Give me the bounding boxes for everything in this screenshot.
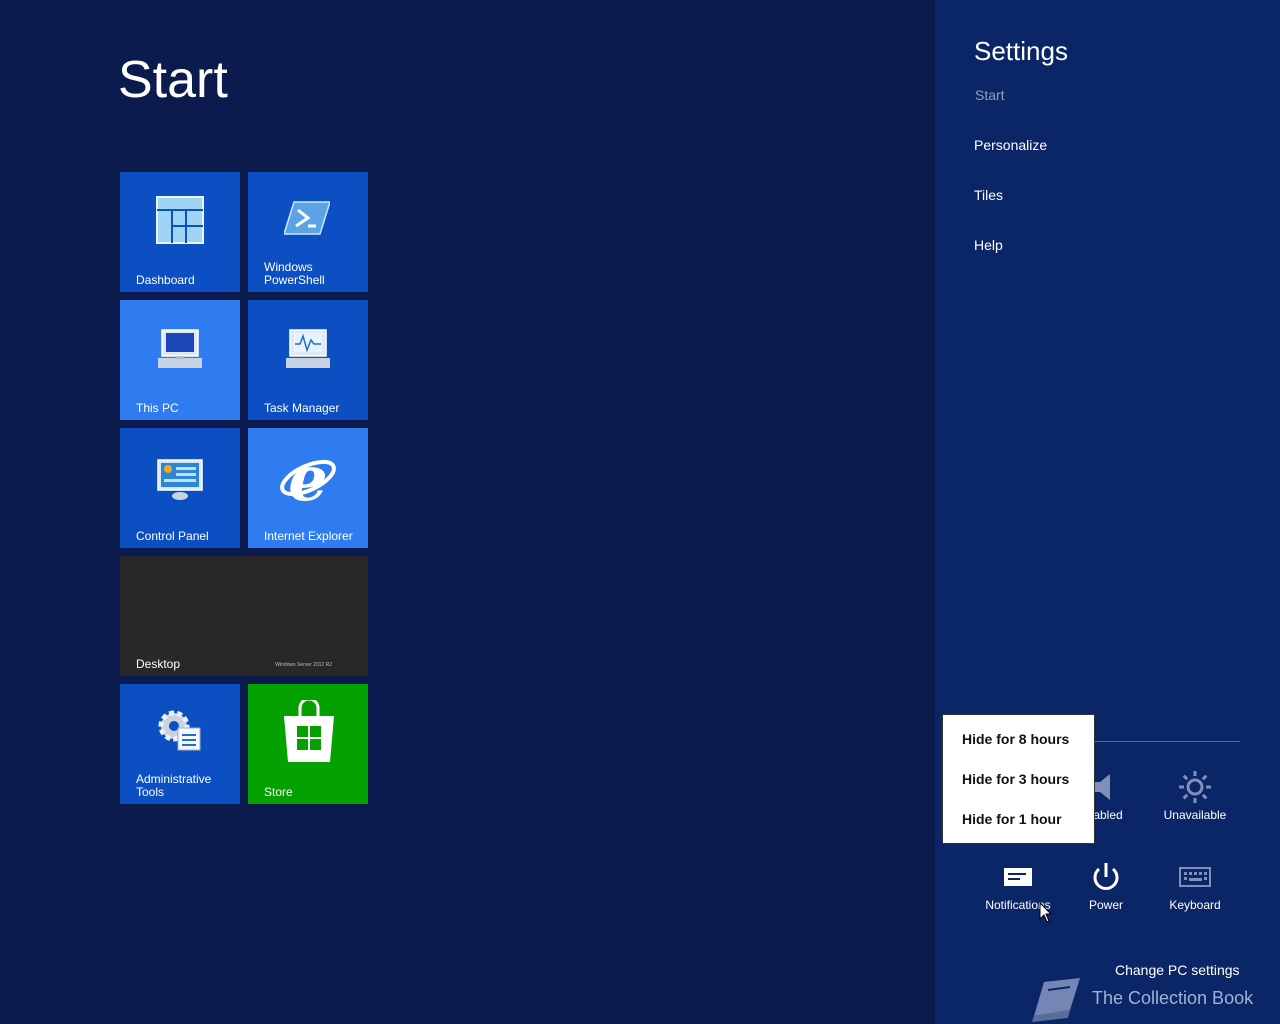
brightness-label: Unavailable xyxy=(1163,808,1227,822)
keyboard-button[interactable]: Keyboard xyxy=(1150,860,1240,912)
tile-desktop[interactable]: Windows Server 2012 R2 Desktop xyxy=(120,556,368,676)
task-manager-icon xyxy=(286,329,330,368)
tile-label: This PC xyxy=(136,401,179,415)
svg-text:e: e xyxy=(288,448,327,508)
tile-task-manager[interactable]: Task Manager xyxy=(248,300,368,420)
brightness-button[interactable]: Unavailable xyxy=(1150,770,1240,822)
tile-label: Windows PowerShell xyxy=(264,260,325,287)
store-icon xyxy=(284,700,334,762)
tile-dashboard[interactable]: Dashboard xyxy=(120,172,240,292)
tile-label: Internet Explorer xyxy=(264,529,353,543)
divider xyxy=(1094,741,1240,742)
brand-text: The Collection Book xyxy=(1092,988,1254,1008)
tile-administrative-tools[interactable]: Administrative Tools xyxy=(120,684,240,804)
menu-item-help[interactable]: Help xyxy=(974,237,1003,253)
tile-internet-explorer[interactable]: e Internet Explorer xyxy=(248,428,368,548)
tile-label: Task Manager xyxy=(264,401,340,415)
tile-label: Dashboard xyxy=(136,273,195,287)
brand-watermark: The Collection Book xyxy=(1030,972,1270,1024)
settings-charm: Settings Start Personalize Tiles Help sa… xyxy=(935,0,1280,1024)
power-icon xyxy=(1093,863,1119,890)
tile-label: Administrative Tools xyxy=(136,772,212,799)
keyboard-icon xyxy=(1179,867,1211,887)
tile-powershell[interactable]: Windows PowerShell xyxy=(248,172,368,292)
start-title: Start xyxy=(118,51,228,109)
powershell-icon xyxy=(284,201,330,235)
dashboard-icon xyxy=(156,196,204,244)
charm-title: Settings xyxy=(974,36,1068,66)
notifications-icon xyxy=(1004,868,1032,886)
tile-this-pc[interactable]: This PC xyxy=(120,300,240,420)
brightness-icon xyxy=(1179,771,1211,803)
menu-item-hide-3-hours[interactable]: Hide for 3 hours xyxy=(962,771,1069,787)
keyboard-label: Keyboard xyxy=(1169,898,1221,912)
control-panel-icon xyxy=(157,459,203,500)
tile-label: Store xyxy=(264,785,293,799)
mouse-cursor-icon xyxy=(1039,902,1053,923)
menu-item-tiles[interactable]: Tiles xyxy=(974,187,1003,203)
notifications-hide-menu: Hide for 8 hours Hide for 3 hours Hide f… xyxy=(942,714,1095,844)
power-button[interactable]: Power xyxy=(1061,860,1151,912)
tile-label: Desktop xyxy=(136,657,181,671)
internet-explorer-icon: e xyxy=(280,448,336,508)
power-label: Power xyxy=(1088,898,1123,912)
computer-icon xyxy=(158,329,202,368)
desktop-watermark: Windows Server 2012 R2 xyxy=(275,662,332,668)
menu-item-hide-1-hour[interactable]: Hide for 1 hour xyxy=(962,811,1062,827)
menu-item-personalize[interactable]: Personalize xyxy=(974,137,1047,153)
tile-label: Control Panel xyxy=(136,529,209,543)
admin-tools-icon xyxy=(158,710,201,751)
menu-item-hide-8-hours[interactable]: Hide for 8 hours xyxy=(962,731,1069,747)
book-icon xyxy=(1032,978,1080,1022)
tile-store[interactable]: Store xyxy=(248,684,368,804)
tile-control-panel[interactable]: Control Panel xyxy=(120,428,240,548)
charm-subtitle: Start xyxy=(975,87,1005,103)
